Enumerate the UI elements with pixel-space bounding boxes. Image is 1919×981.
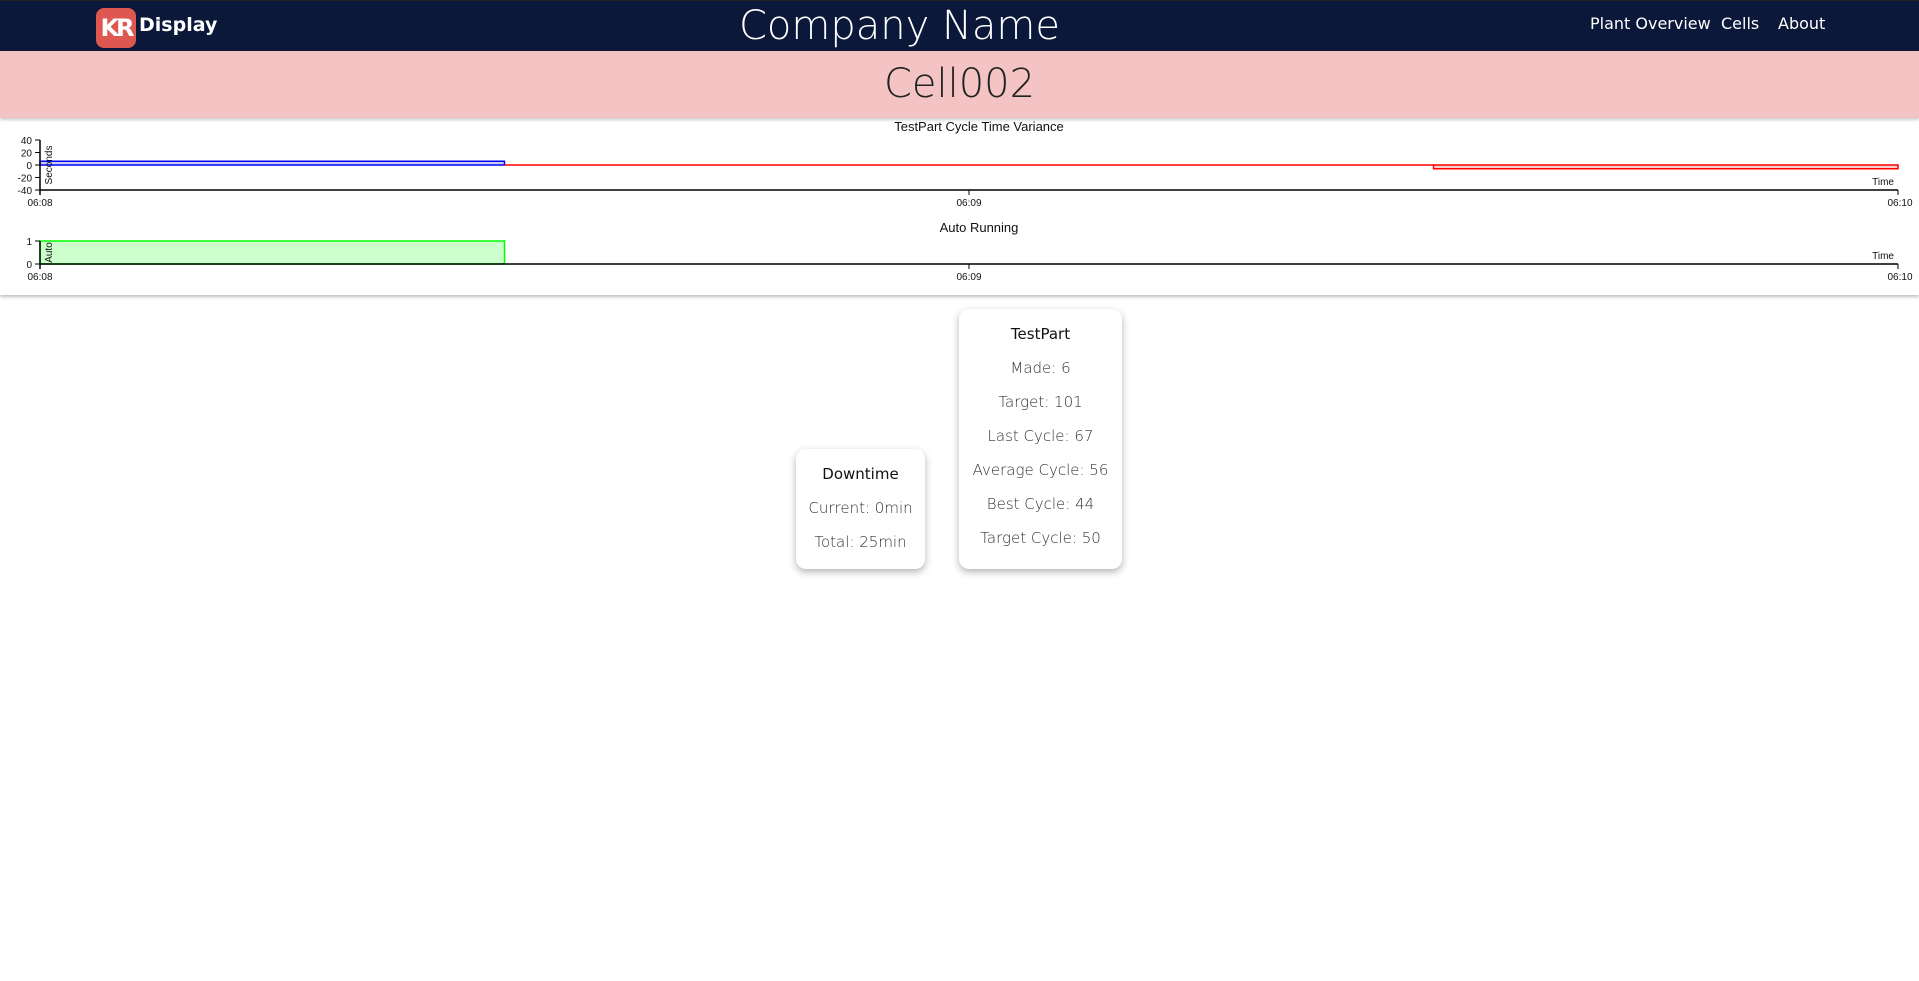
x-axis-label: Time [1872, 251, 1894, 262]
chart-title: TestPart Cycle Time Variance [894, 119, 1064, 134]
y-axis-label: Seconds [44, 146, 55, 185]
cell-banner: Cell002 [0, 51, 1919, 118]
part-target: Target: 101 [998, 393, 1083, 411]
downtime-current: Current: 0min [808, 499, 913, 517]
part-average-cycle: Average Cycle: 56 [972, 461, 1109, 479]
part-last-cycle: Last Cycle: 67 [987, 427, 1094, 445]
y-tick-label: 0 [26, 260, 32, 271]
y-tick-label: 0 [26, 161, 32, 172]
part-target-cycle: Target Cycle: 50 [980, 529, 1101, 547]
nav-about[interactable]: About [1778, 14, 1825, 33]
x-axis-label: Time [1872, 177, 1894, 188]
nav-cells[interactable]: Cells [1721, 14, 1759, 33]
x-tick-label: 06:09 [956, 198, 981, 209]
company-name: Company Name [738, 3, 1060, 49]
x-tick-label: 06:08 [27, 272, 52, 283]
y-tick-label: 40 [21, 136, 33, 147]
card-title: Downtime [822, 465, 899, 483]
series-segment [39, 240, 506, 265]
downtime-card: Downtime Current: 0min Total: 25min [796, 449, 925, 569]
y-axis-label: Auto [44, 242, 55, 263]
y-tick-label: -40 [18, 186, 33, 197]
navbar: KR Display Company Name Plant Overview C… [0, 0, 1919, 51]
y-tick-label: 20 [21, 149, 33, 160]
x-tick-label: 06:08 [27, 198, 52, 209]
y-tick-label: -20 [18, 174, 33, 185]
x-tick-label: 06:10 [1887, 272, 1912, 283]
part-card: TestPart Made: 6 Target: 101 Last Cycle:… [959, 309, 1122, 569]
series-segment [1432, 164, 1899, 170]
charts-panel: TestPart Cycle Time Variance 40 20 0 -20 -40 0… [0, 118, 1919, 295]
charts-svg: TestPart Cycle Time Variance40200-20-400… [18, 119, 1913, 283]
x-tick-label: 06:09 [956, 272, 981, 283]
chart-title: Auto Running [940, 220, 1019, 235]
x-tick-label: 06:10 [1887, 198, 1912, 209]
card-title: TestPart [1010, 325, 1071, 343]
part-made: Made: 6 [1010, 359, 1071, 377]
y-tick-label: 1 [26, 237, 32, 248]
series-segment [39, 160, 506, 166]
downtime-total: Total: 25min [814, 533, 907, 551]
nav-plant-overview[interactable]: Plant Overview [1590, 14, 1711, 33]
part-best-cycle: Best Cycle: 44 [986, 495, 1095, 513]
page-title: Cell002 [883, 61, 1036, 107]
